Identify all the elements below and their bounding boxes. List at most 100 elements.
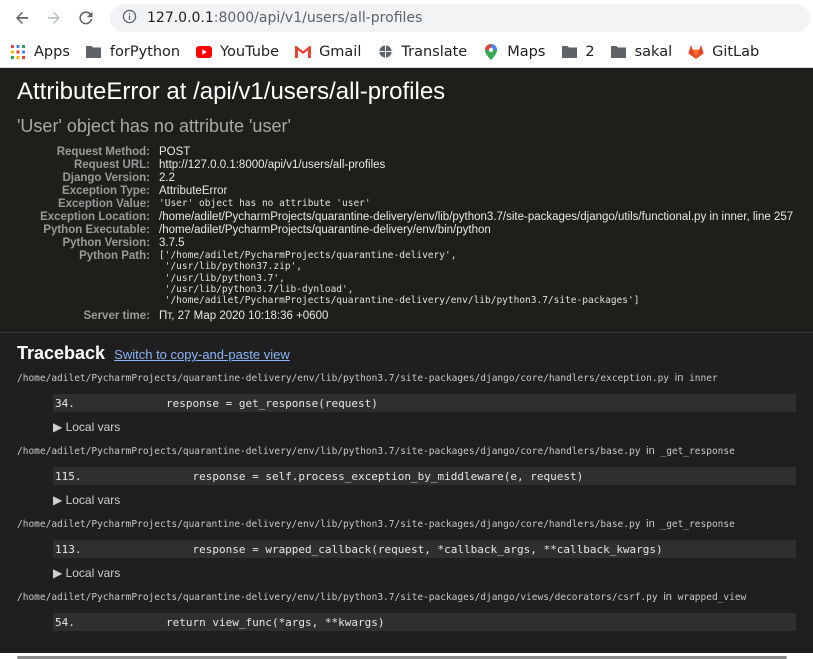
frame-function: wrapped_view [677, 592, 747, 604]
frame-in-label: in [646, 518, 655, 531]
arrow-right-icon [48, 11, 60, 24]
frame-file: /home/adilet/PycharmProjects/quarantine-… [17, 518, 796, 530]
youtube-icon [196, 44, 213, 60]
traceback-section: Traceback Switch to copy-and-paste view … [0, 333, 813, 654]
error-message: 'User' object has no attribute 'user' [17, 116, 291, 136]
url-host: 127.0.0.1 [147, 10, 214, 26]
meta-label: Python Path: [79, 250, 150, 262]
meta-value: POST [159, 146, 191, 158]
code-text: response = get_response(request) [113, 396, 378, 410]
bookmark-label: sakal [634, 43, 673, 60]
bookmark-label: GitLab [712, 43, 760, 60]
url-path: :8000/api/v1/users/all-profiles [213, 10, 423, 26]
frame-file-path: /home/adilet/PycharmProjects/quarantine-… [17, 373, 670, 385]
bookmark-youtube[interactable]: YouTube [196, 44, 279, 60]
meta-row: Python Version: 3.7.5 [17, 237, 793, 250]
line-number: 54. [55, 615, 75, 629]
error-summary: AttributeError at /api/v1/users/all-prof… [0, 68, 813, 334]
line-number: 113. [55, 542, 82, 556]
meta-value: ['/home/adilet/PycharmProjects/quarantin… [159, 250, 793, 307]
meta-label: Request Method: [56, 146, 150, 158]
bookmark-forpython[interactable]: forPython [86, 44, 180, 60]
frame-file: /home/adilet/PycharmProjects/quarantine-… [17, 591, 796, 603]
meta-value: 3.7.5 [159, 237, 185, 249]
meta-row: Request URL: http://127.0.0.1:8000/api/v1… [17, 159, 793, 172]
bookmark-label: forPython [109, 43, 181, 60]
folder-icon [561, 44, 577, 60]
frame-file-path: /home/adilet/PycharmProjects/quarantine-… [17, 446, 641, 458]
frame-code-line[interactable]: 34. response = get_response(request) [53, 394, 796, 413]
browser-toolbar: 127.0.0.1:8000/api/v1/users/all-profiles [0, 0, 813, 36]
traceback-title: Traceback [17, 343, 106, 364]
error-title: AttributeError at /api/v1/users/all-prof… [17, 78, 446, 105]
arrow-left-icon [16, 11, 28, 24]
bookmark-gmail[interactable]: Gmail [295, 44, 361, 60]
info-icon[interactable] [122, 9, 137, 28]
bookmarks-bar: Apps forPython YouTube Gmail Translate M… [0, 36, 813, 68]
traceback-frame: /home/adilet/PycharmProjects/quarantine-… [17, 372, 796, 434]
bookmark-translate[interactable]: Translate [377, 44, 467, 60]
switch-view-link[interactable]: Switch to copy-and-paste view [114, 347, 290, 362]
frame-code-line[interactable]: 115. response = self.process_exception_b… [53, 467, 796, 486]
bookmark-gitlab[interactable]: GitLab [688, 44, 759, 60]
line-number: 34. [55, 396, 75, 410]
traceback-frame: /home/adilet/PycharmProjects/quarantine-… [17, 445, 796, 507]
meta-value: 2.2 [159, 172, 175, 184]
meta-label: Python Executable: [43, 224, 150, 236]
reload-icon [79, 11, 93, 25]
meta-label: Exception Location: [40, 211, 150, 223]
python-path-line: ['/home/adilet/PycharmProjects/quarantin… [159, 250, 457, 261]
meta-row: Exception Value: 'User' object has no att… [17, 198, 793, 211]
local-vars-toggle[interactable]: ▶ Local vars [53, 566, 796, 580]
reload-button[interactable] [70, 2, 102, 34]
meta-value: AttributeError [159, 185, 228, 197]
frame-code-line[interactable]: 54. return view_func(*args, **kwargs) [53, 613, 796, 632]
meta-row: Python Executable: /home/adilet/PycharmPr… [17, 224, 793, 237]
frame-in-label: in [674, 372, 684, 385]
gmail-icon [295, 44, 312, 60]
python-path-line: '/usr/lib/python3.7', [159, 272, 285, 284]
python-path-line: '/usr/lib/python37.zip', [159, 261, 302, 273]
meta-value: /home/adilet/PycharmProjects/quarantine-… [159, 224, 491, 236]
meta-row: Exception Type: AttributeError [17, 185, 793, 198]
forward-button[interactable] [38, 2, 70, 34]
meta-label: Request URL: [73, 159, 150, 171]
frame-in-label: in [663, 591, 672, 604]
meta-value: 'User' object has no attribute 'user' [159, 198, 371, 209]
meta-value: http://127.0.0.1:8000/api/v1/users/all-p… [159, 159, 386, 171]
frame-function: inner [689, 373, 718, 385]
bookmark-2[interactable]: 2 [561, 44, 595, 60]
bookmark-label: Gmail [319, 43, 362, 60]
code-text: return view_func(*args, **kwargs) [113, 615, 385, 629]
apps-grid-icon [10, 44, 26, 60]
local-vars-toggle[interactable]: ▶ Local vars [53, 493, 796, 507]
bookmark-label: Maps [507, 43, 546, 60]
bookmark-maps[interactable]: Maps [483, 43, 546, 60]
meta-row: Request Method: POST [17, 146, 793, 159]
request-meta-table: Request Method: POST Request URL: http://12… [17, 146, 793, 323]
bookmark-label: Apps [34, 43, 70, 60]
frame-function: _get_response [660, 446, 735, 458]
maps-icon [483, 43, 499, 60]
meta-row-python-path: Python Path: ['/home/adilet/PycharmProje… [17, 250, 793, 307]
back-button[interactable] [6, 2, 38, 34]
local-vars-toggle[interactable]: ▶ Local vars [53, 420, 796, 434]
gitlab-icon [688, 44, 704, 60]
meta-label: Server time: [83, 310, 150, 323]
traceback-frame: /home/adilet/PycharmProjects/quarantine-… [17, 518, 796, 580]
bookmark-sakal[interactable]: sakal [611, 43, 673, 60]
frame-in-label: in [646, 445, 655, 458]
line-number: 115. [55, 469, 82, 483]
frame-function: _get_response [660, 519, 735, 531]
python-path-line: '/home/adilet/PycharmProjects/quarantine… [159, 295, 640, 307]
frame-file-path: /home/adilet/PycharmProjects/quarantine-… [17, 592, 658, 604]
folder-icon [611, 44, 627, 60]
meta-label: Python Version: [62, 237, 150, 249]
frame-code-line[interactable]: 113. response = wrapped_callback(request… [53, 540, 796, 559]
bookmark-apps[interactable]: Apps [10, 44, 70, 60]
translate-icon [377, 44, 393, 60]
meta-row: Django Version: 2.2 [17, 172, 793, 185]
meta-label: Exception Value: [57, 198, 150, 210]
meta-value: /home/adilet/PycharmProjects/quarantine-… [159, 211, 794, 223]
address-bar[interactable]: 127.0.0.1:8000/api/v1/users/all-profiles [110, 4, 810, 32]
